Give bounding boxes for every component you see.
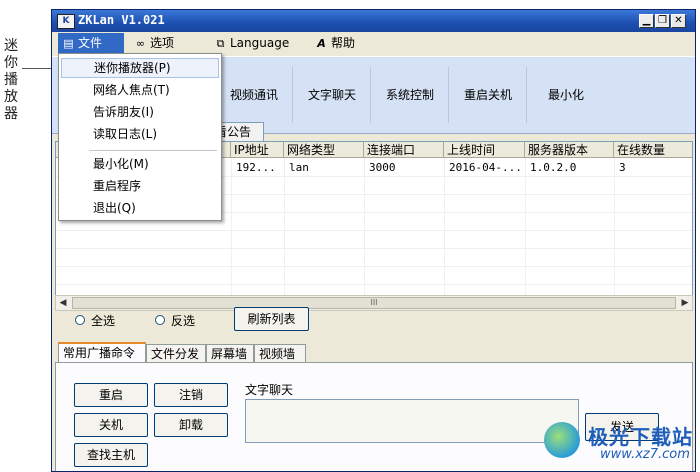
menu-language-label: Language <box>230 36 290 50</box>
tab-broadcast-commands[interactable]: 常用广播命令 <box>58 342 146 362</box>
grid-line <box>56 284 692 285</box>
menu-language[interactable]: ⧉ Language <box>210 33 293 54</box>
help-icon: A <box>317 37 326 50</box>
watermark-url: www.xz7.com <box>600 447 690 462</box>
tab-file-distribution[interactable]: 文件分发 <box>146 344 206 362</box>
column-header-online-time[interactable]: 上线时间 <box>444 142 525 158</box>
glasses-icon: ∞ <box>135 37 146 50</box>
app-logo-icon: K <box>57 14 75 29</box>
tab-screen-wall[interactable]: 屏幕墙 <box>206 344 254 362</box>
menu-help-label: 帮助 <box>331 36 356 50</box>
logout-button[interactable]: 注销 <box>154 383 228 407</box>
table-cell-ip[interactable]: 192... <box>232 160 276 176</box>
radio-icon <box>75 315 85 325</box>
language-icon: ⧉ <box>216 37 225 50</box>
tab-video-wall[interactable]: 视频墙 <box>254 344 306 362</box>
chat-toolbar-button[interactable]: 文字聊天 <box>292 67 371 123</box>
select-all-radio[interactable]: 全选 <box>75 312 115 328</box>
video-button[interactable]: 视频通讯 <box>214 67 293 123</box>
system-control-button[interactable]: 系统控制 <box>370 67 449 123</box>
grid-line <box>56 230 692 231</box>
menu-item-mini-player[interactable]: 迷你播放器(P) <box>61 58 219 78</box>
table-cell-online-count[interactable]: 3 <box>615 160 626 176</box>
watermark-title: 极光下载站 <box>588 425 693 449</box>
annotation-label: 迷你播放器 <box>4 38 18 122</box>
menu-item-tell-friends[interactable]: 告诉朋友(I) <box>61 102 219 122</box>
restart-button[interactable]: 重启 <box>74 383 148 407</box>
chat-label: 文字聊天 <box>245 383 294 397</box>
restart-shutdown-button[interactable]: 重启关机 <box>448 67 527 123</box>
menu-item-restart-program[interactable]: 重启程序 <box>61 176 219 196</box>
watermark: 极光下载站 www.xz7.com <box>540 418 700 472</box>
menu-item-focus[interactable]: 网络人焦点(T) <box>61 80 219 100</box>
menu-help[interactable]: A 帮助 <box>311 33 359 54</box>
title-bar: K ZKLan V1.021 ▁ ❐ ✕ <box>52 10 695 32</box>
refresh-list-button[interactable]: 刷新列表 <box>234 307 309 331</box>
column-header-ip[interactable]: IP地址 <box>231 142 284 158</box>
menu-options-label: 选项 <box>150 36 175 50</box>
minimize-button[interactable]: ▁ <box>639 14 654 28</box>
grid-line <box>56 266 692 267</box>
column-header-network[interactable]: 网络类型 <box>284 142 364 158</box>
scroll-left-icon[interactable]: ◀ <box>56 296 70 310</box>
column-header-server-version[interactable]: 服务器版本 <box>525 142 614 158</box>
uninstall-button[interactable]: 卸载 <box>154 413 228 437</box>
document-icon: ▤ <box>63 37 74 50</box>
scroll-thumb[interactable]: III <box>72 297 676 309</box>
horizontal-scrollbar[interactable]: ◀ III ▶ <box>55 295 693 311</box>
chat-input[interactable] <box>245 399 579 443</box>
shutdown-button[interactable]: 关机 <box>74 413 148 437</box>
grid-line <box>56 248 692 249</box>
table-cell-port[interactable]: 3000 <box>365 160 396 176</box>
menu-item-read-log[interactable]: 读取日志(L) <box>61 124 219 144</box>
watermark-logo-icon <box>544 422 580 458</box>
menu-item-exit[interactable]: 退出(Q) <box>61 198 219 218</box>
scroll-right-icon[interactable]: ▶ <box>678 296 692 310</box>
file-menu-dropdown: 迷你播放器(P) 网络人焦点(T) 告诉朋友(I) 读取日志(L) 最小化(M)… <box>58 53 222 221</box>
find-host-button[interactable]: 查找主机 <box>74 443 148 467</box>
invert-selection-radio[interactable]: 反选 <box>155 312 195 328</box>
column-header-online-count[interactable]: 在线数量 <box>614 142 692 158</box>
table-cell-online-time[interactable]: 2016-04-... <box>445 160 522 176</box>
table-cell-server-version[interactable]: 1.0.2.0 <box>526 160 576 176</box>
select-all-label: 全选 <box>91 313 116 328</box>
menu-options[interactable]: ∞ 选项 <box>130 33 178 54</box>
menu-item-minimize[interactable]: 最小化(M) <box>61 154 219 174</box>
radio-icon <box>155 315 165 325</box>
invert-selection-label: 反选 <box>171 313 196 328</box>
menu-separator <box>89 150 217 151</box>
menu-file-label: 文件 <box>78 36 103 50</box>
minimize-toolbar-button[interactable]: 最小化 <box>526 67 605 123</box>
column-header-port[interactable]: 连接端口 <box>364 142 444 158</box>
menu-file[interactable]: ▤ 文件 <box>58 33 124 54</box>
close-button[interactable]: ✕ <box>671 14 686 28</box>
restore-button[interactable]: ❐ <box>655 14 670 28</box>
menu-bar: ▤ 文件 ∞ 选项 ⧉ Language A 帮助 <box>52 33 695 55</box>
window-title: ZKLan V1.021 <box>78 13 165 27</box>
table-cell-network[interactable]: lan <box>285 160 309 176</box>
